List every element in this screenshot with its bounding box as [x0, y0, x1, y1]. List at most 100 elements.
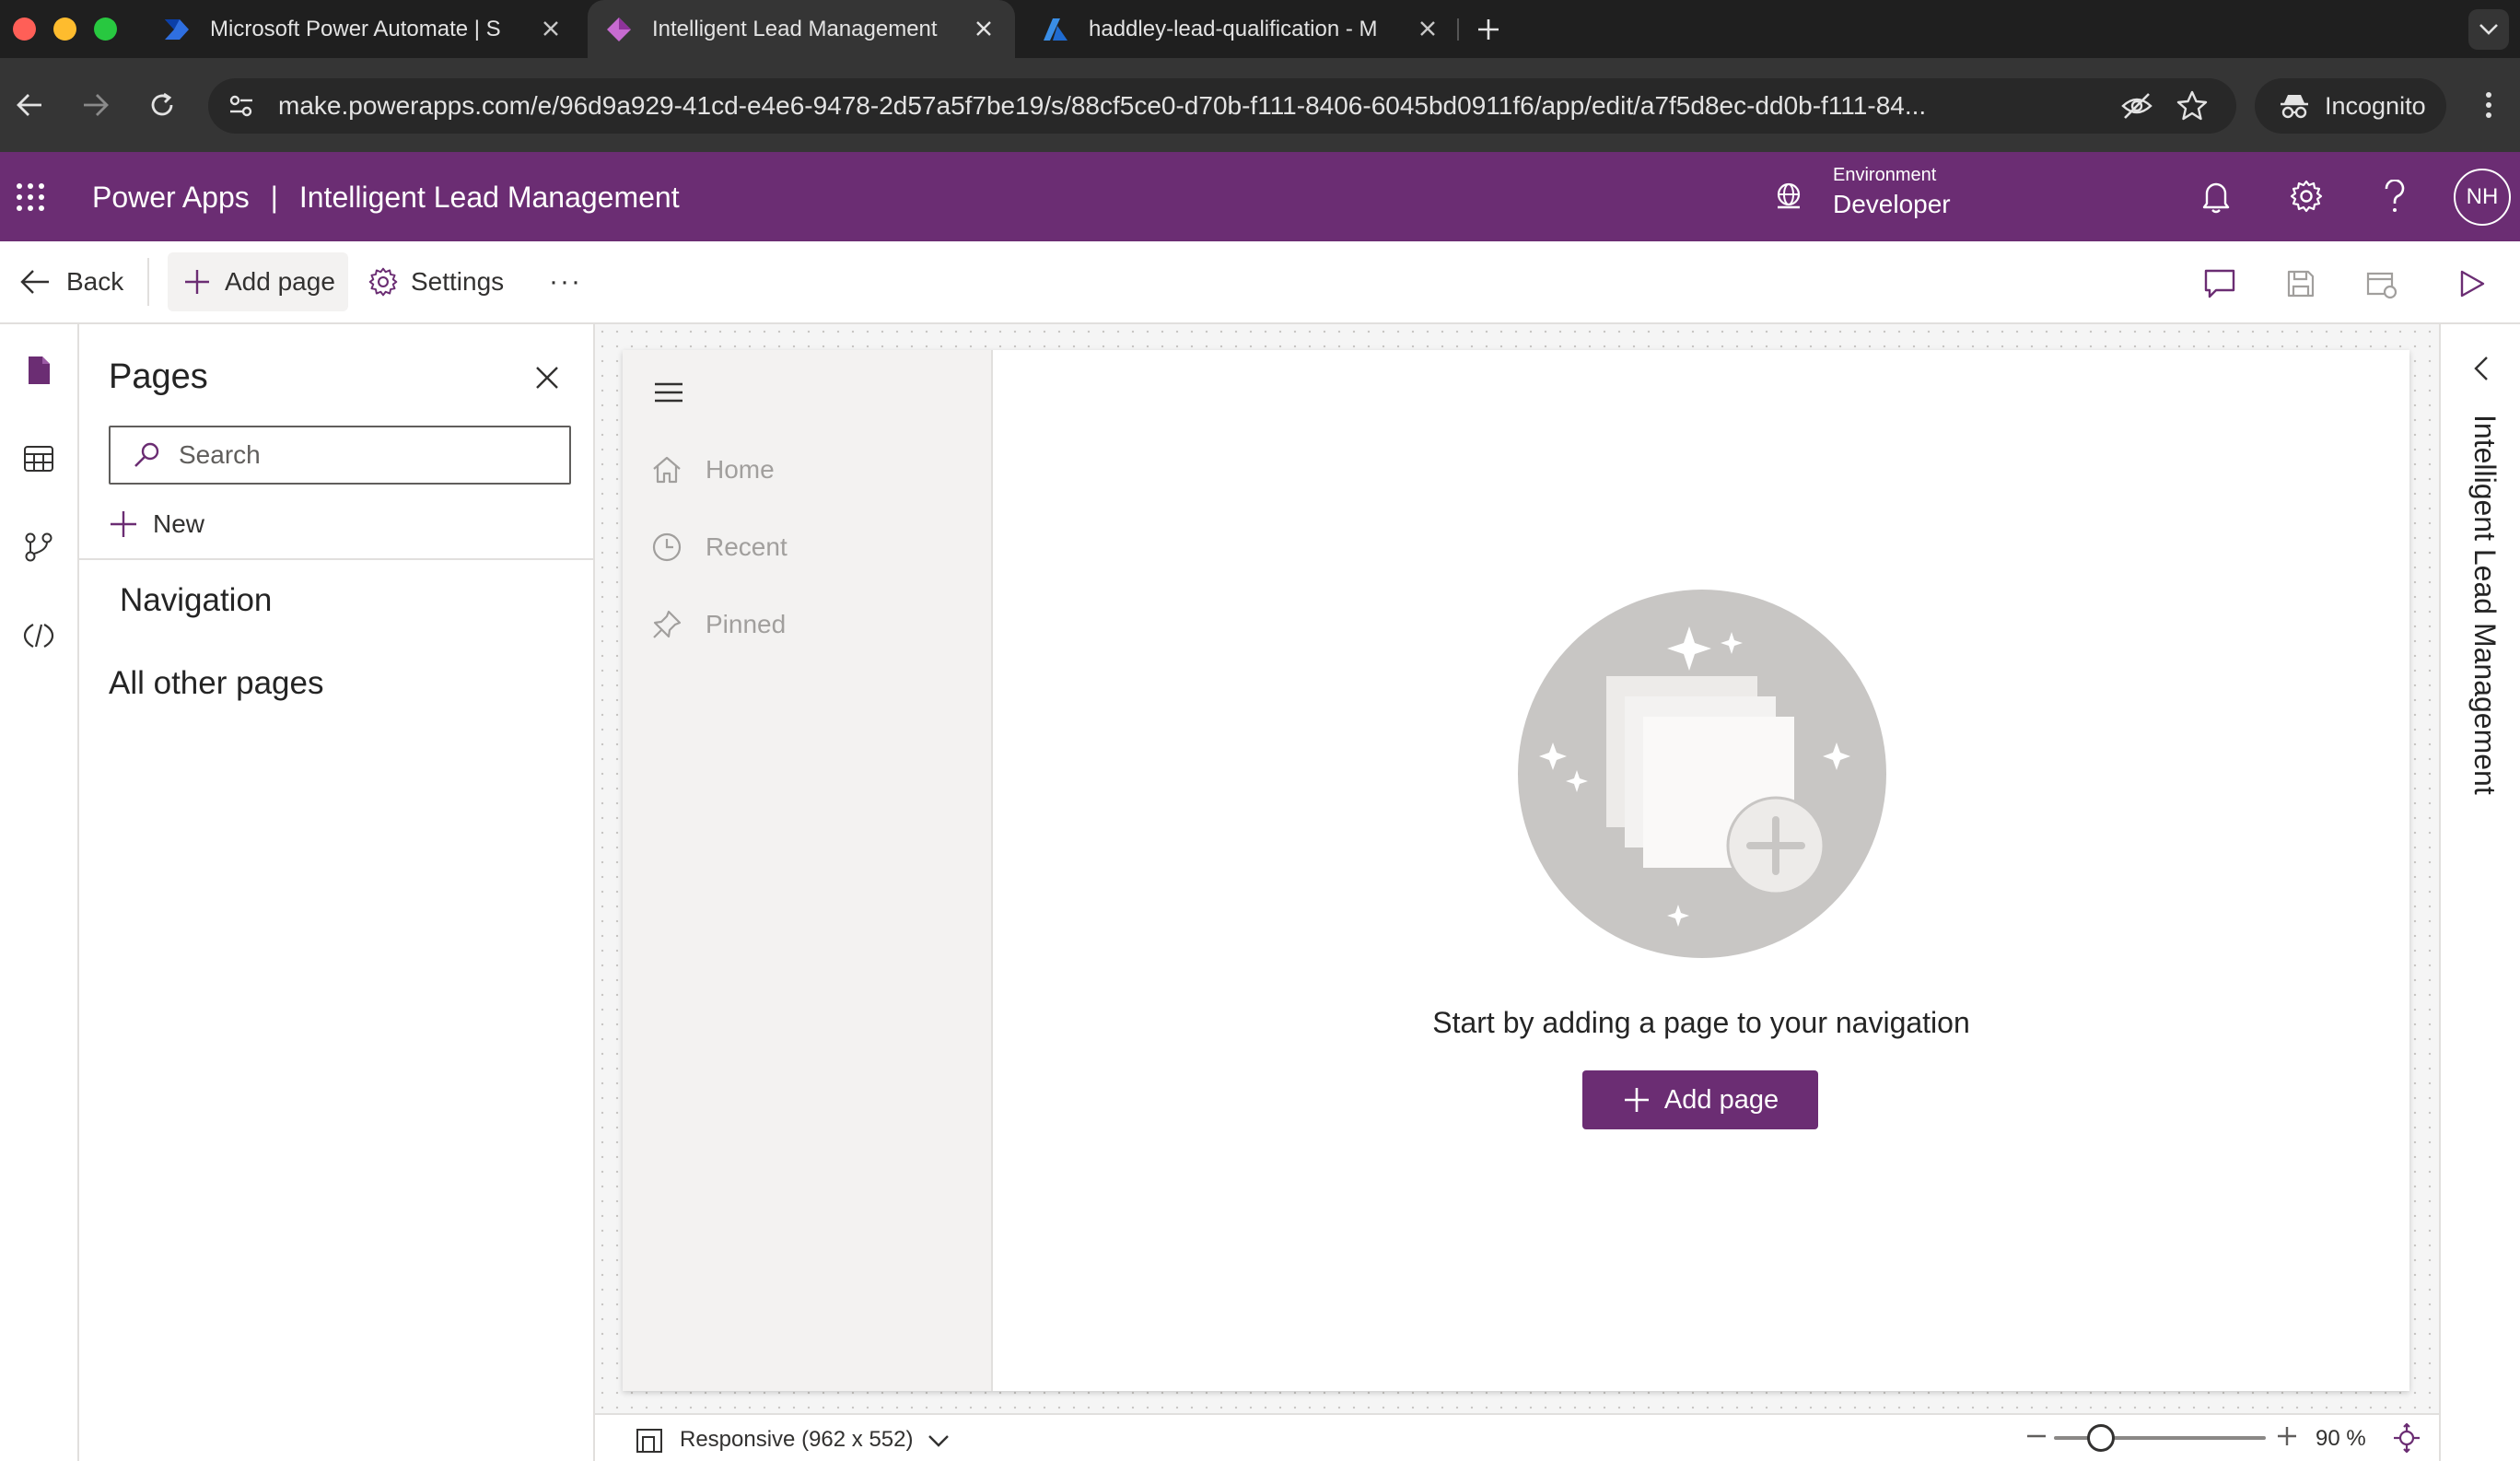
- app-nav-item-home[interactable]: Home: [650, 450, 775, 490]
- app-preview[interactable]: Home Recent Pinned Start by adding a pag…: [623, 350, 2409, 1391]
- app-nav-item-recent[interactable]: Recent: [650, 527, 788, 567]
- bookmark-star-icon[interactable]: [2176, 89, 2209, 123]
- plus-icon: [181, 265, 214, 298]
- power-apps-icon: [604, 15, 634, 44]
- tab-close-icon[interactable]: [536, 14, 566, 43]
- browser-tab-strip: Microsoft Power Automate | S Intelligent…: [0, 0, 2520, 58]
- incognito-indicator[interactable]: Incognito: [2255, 78, 2446, 134]
- search-input[interactable]: [177, 439, 564, 471]
- new-tab-button[interactable]: [1470, 11, 1507, 48]
- browser-tab-intelligent-lead[interactable]: Intelligent Lead Management: [588, 0, 1015, 58]
- empty-pages-illustration-icon: [1518, 590, 1886, 958]
- tab-title: Intelligent Lead Management: [652, 16, 938, 41]
- code-brackets-icon[interactable]: [17, 614, 61, 658]
- responsive-layout-icon: [636, 1426, 663, 1454]
- close-icon[interactable]: [527, 357, 567, 398]
- address-bar[interactable]: make.powerapps.com/e/96d9a929-41cd-e4e6-…: [208, 78, 2236, 134]
- notifications-bell-icon[interactable]: [2198, 178, 2234, 215]
- product-name[interactable]: Power Apps: [92, 181, 250, 214]
- tab-search-chevron-icon[interactable]: [2468, 9, 2509, 50]
- add-page-button[interactable]: Add page: [1582, 1070, 1818, 1129]
- publish-icon[interactable]: [2363, 265, 2400, 302]
- settings-gear-icon[interactable]: [2288, 178, 2325, 215]
- app-nav-item-pinned[interactable]: Pinned: [650, 604, 786, 645]
- browser-forward-icon[interactable]: [77, 87, 114, 123]
- arrow-left-icon: [18, 265, 52, 298]
- browser-tab-power-automate[interactable]: Microsoft Power Automate | S: [147, 0, 582, 58]
- browser-toolbar: make.powerapps.com/e/96d9a929-41cd-e4e6-…: [0, 58, 2520, 152]
- app-launcher-icon[interactable]: [15, 181, 46, 213]
- tab-separator: [1457, 18, 1459, 41]
- back-button[interactable]: Back: [18, 252, 123, 311]
- chevron-down-icon: [928, 1429, 950, 1451]
- left-rail: [0, 324, 79, 1461]
- more-commands-button[interactable]: ···: [549, 252, 582, 311]
- eye-off-icon[interactable]: [2120, 89, 2153, 123]
- add-page-command-button[interactable]: Add page: [168, 252, 348, 311]
- environment-value[interactable]: Developer: [1833, 190, 1951, 219]
- tab-title: haddley-lead-qualification - M: [1089, 16, 1378, 41]
- nav-label: Recent: [706, 532, 788, 561]
- tab-title: Microsoft Power Automate | S: [210, 16, 501, 41]
- site-settings-icon[interactable]: [227, 91, 256, 121]
- power-apps-header: Power Apps | Intelligent Lead Management…: [0, 152, 2520, 241]
- search-icon: [133, 441, 160, 469]
- zoom-slider-track: [2054, 1436, 2266, 1440]
- add-page-button-label: Add page: [1663, 1084, 1779, 1115]
- command-separator: [147, 258, 149, 306]
- clock-icon: [650, 531, 683, 564]
- zoom-slider-thumb[interactable]: [2087, 1424, 2115, 1452]
- url-text: make.powerapps.com/e/96d9a929-41cd-e4e6-…: [278, 91, 1927, 120]
- automation-flow-icon[interactable]: [17, 525, 61, 569]
- zoom-level: 90 %: [2316, 1426, 2366, 1451]
- header-title: Power Apps | Intelligent Lead Management: [92, 181, 680, 215]
- window-minimize-dot[interactable]: [53, 18, 76, 41]
- browser-back-icon[interactable]: [11, 87, 48, 123]
- new-page-button[interactable]: New: [109, 501, 204, 547]
- app-name: Intelligent Lead Management: [298, 181, 680, 214]
- plus-icon: [109, 509, 138, 539]
- fit-to-screen-icon[interactable]: [2391, 1422, 2422, 1454]
- browser-menu-icon[interactable]: [2470, 87, 2507, 123]
- zoom-slider[interactable]: [2054, 1424, 2266, 1452]
- settings-button[interactable]: Settings: [367, 252, 504, 311]
- environment-label: Environment: [1833, 165, 1937, 185]
- pages-search-box[interactable]: [109, 426, 571, 485]
- data-table-icon[interactable]: [17, 437, 61, 481]
- incognito-icon: [2279, 92, 2310, 120]
- nav-label: Pinned: [706, 610, 787, 638]
- responsive-label: Responsive (962 x 552): [680, 1427, 914, 1452]
- save-icon[interactable]: [2282, 265, 2319, 302]
- new-label: New: [153, 509, 205, 538]
- settings-gear-icon: [367, 265, 400, 298]
- design-canvas[interactable]: Home Recent Pinned Start by adding a pag…: [595, 324, 2439, 1413]
- help-question-icon[interactable]: [2376, 178, 2413, 215]
- play-preview-icon[interactable]: [2454, 265, 2491, 302]
- command-bar: Back Add page Settings ···: [0, 241, 2520, 324]
- tab-close-icon[interactable]: [969, 14, 998, 43]
- browser-tab-haddley[interactable]: haddley-lead-qualification - M: [1026, 0, 1459, 58]
- zoom-in-icon[interactable]: [2273, 1422, 2301, 1450]
- add-page-label: Add page: [225, 267, 335, 296]
- window-zoom-dot[interactable]: [94, 18, 117, 41]
- environment-icon[interactable]: [1772, 180, 1805, 213]
- all-other-pages-heading: All other pages: [109, 665, 324, 701]
- comments-icon[interactable]: [2201, 265, 2238, 302]
- navigation-heading: Navigation: [120, 582, 273, 618]
- zoom-out-icon[interactable]: [2023, 1422, 2050, 1450]
- azure-icon: [1041, 15, 1070, 44]
- home-icon: [650, 453, 683, 486]
- user-avatar[interactable]: NH: [2454, 169, 2511, 226]
- tab-close-icon[interactable]: [1413, 14, 1442, 43]
- screen-size-dropdown[interactable]: Responsive (962 x 552): [636, 1426, 950, 1454]
- pages-pane: Pages New Navigation All other pages: [79, 324, 595, 1461]
- title-separator: |: [270, 181, 278, 214]
- canvas-status-bar: Responsive (962 x 552) 90 %: [595, 1413, 2439, 1461]
- window-close-dot[interactable]: [13, 18, 36, 41]
- chevron-left-icon[interactable]: [2465, 352, 2498, 385]
- incognito-label: Incognito: [2325, 91, 2426, 120]
- browser-reload-icon[interactable]: [144, 87, 181, 123]
- hamburger-menu-icon[interactable]: [648, 372, 689, 413]
- pin-icon: [650, 608, 683, 641]
- pages-icon[interactable]: [17, 348, 61, 392]
